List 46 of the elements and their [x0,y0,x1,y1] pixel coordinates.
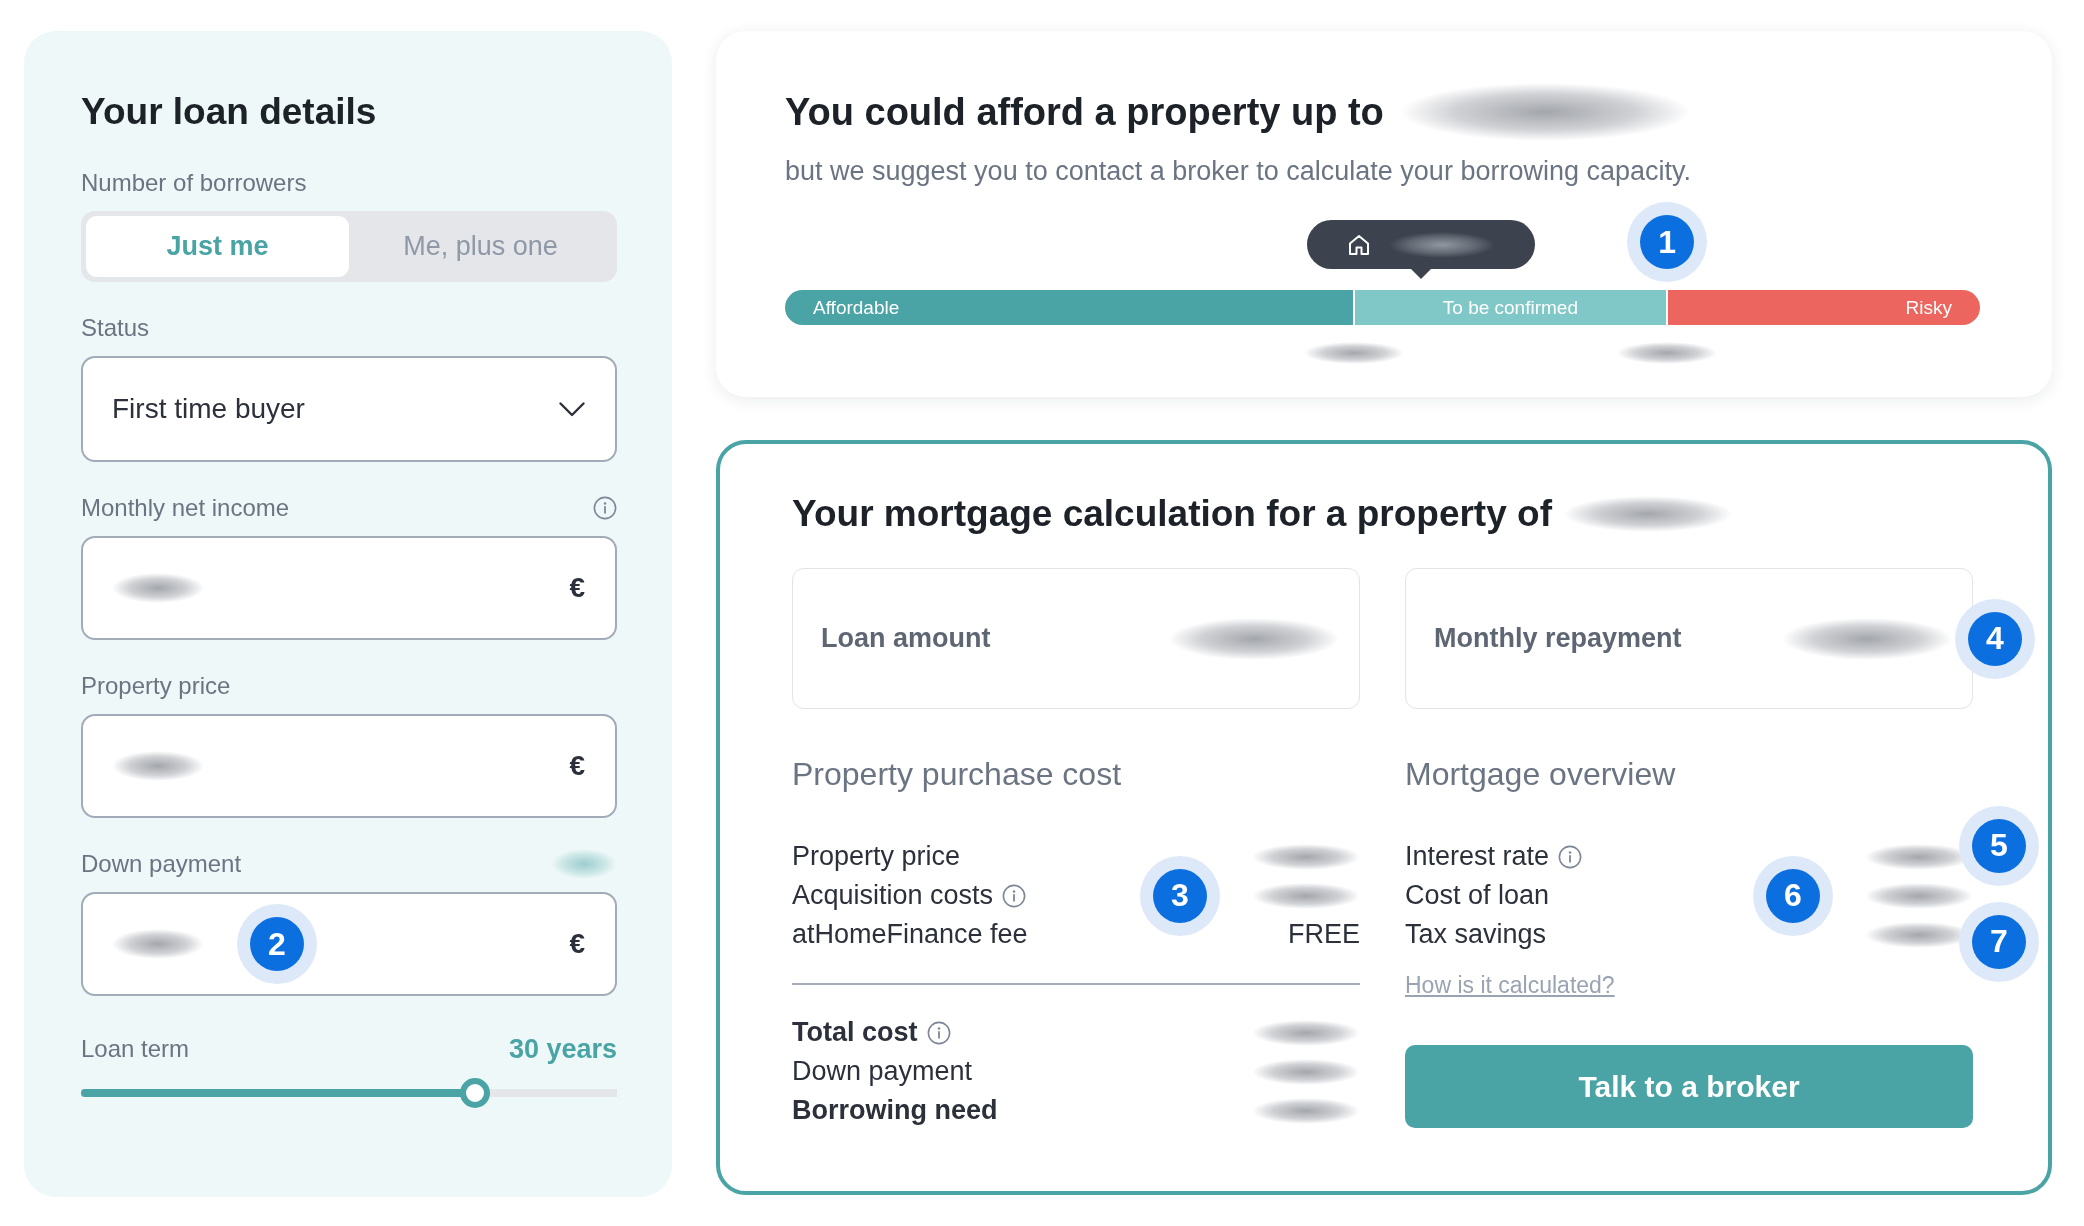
row-label: Tax savings [1405,919,1547,950]
number-marker: 5 [1959,805,2039,886]
info-icon[interactable] [593,496,617,520]
section-title: Your mortgage calculation for a property of [792,493,1552,535]
panel-title: Your loan details [81,90,378,134]
number-marker: 1 [1627,202,1708,282]
field-label: Status [81,314,150,342]
house-icon [1346,232,1371,257]
section-heading: Property purchase cost [792,756,1123,792]
segment-label: Affordable [813,296,900,319]
summary-label: Monthly repayment [1434,623,1682,654]
segment-label: Risky [1905,296,1952,319]
row-label: Acquisition costs [792,880,994,911]
row-label: Down payment [792,1056,973,1087]
field-label: Property price [81,672,231,700]
slider-thumb[interactable] [459,1078,490,1108]
number-marker: 3 [1140,855,1220,936]
amount-field[interactable]: € [81,536,617,640]
number-marker: 6 [1753,855,1833,936]
row-label: Cost of loan [1405,880,1550,911]
summary-label: Loan amount [821,623,991,654]
row-label: Interest rate [1405,841,1550,872]
info-icon[interactable] [1002,883,1027,908]
loan-term-value: 30 years [508,1033,617,1065]
number-marker: 7 [1959,901,2039,982]
field-label: Down payment [81,850,242,878]
number-marker: 4 [1955,598,2035,679]
info-icon[interactable] [926,1020,951,1045]
field-label: Number of borrowers [81,169,307,197]
status-select[interactable]: First time buyer [81,356,617,462]
field-label: Monthly net income [81,494,290,522]
row-label: Property price [792,841,961,872]
segment-label: To be confirmed [1442,296,1578,319]
row-label: atHomeFinance fee [792,919,1028,950]
chevron-down-icon [559,401,585,417]
row-label: Borrowing need [792,1095,998,1126]
amount-field[interactable]: € [81,714,617,818]
section-heading: Mortgage overview [1405,756,1677,792]
amount-field[interactable]: 2 € [81,892,617,996]
subtitle: but we suggest you to contact a broker to calculate your borrowing capacity. [785,156,1692,186]
row-value: FREE [1288,919,1360,950]
row-label: Total cost [792,1017,918,1048]
field-label: Loan term [81,1035,190,1063]
info-icon[interactable] [1558,844,1583,869]
number-marker: 2 [237,904,317,984]
headline: You could afford a property up to [785,90,1384,134]
